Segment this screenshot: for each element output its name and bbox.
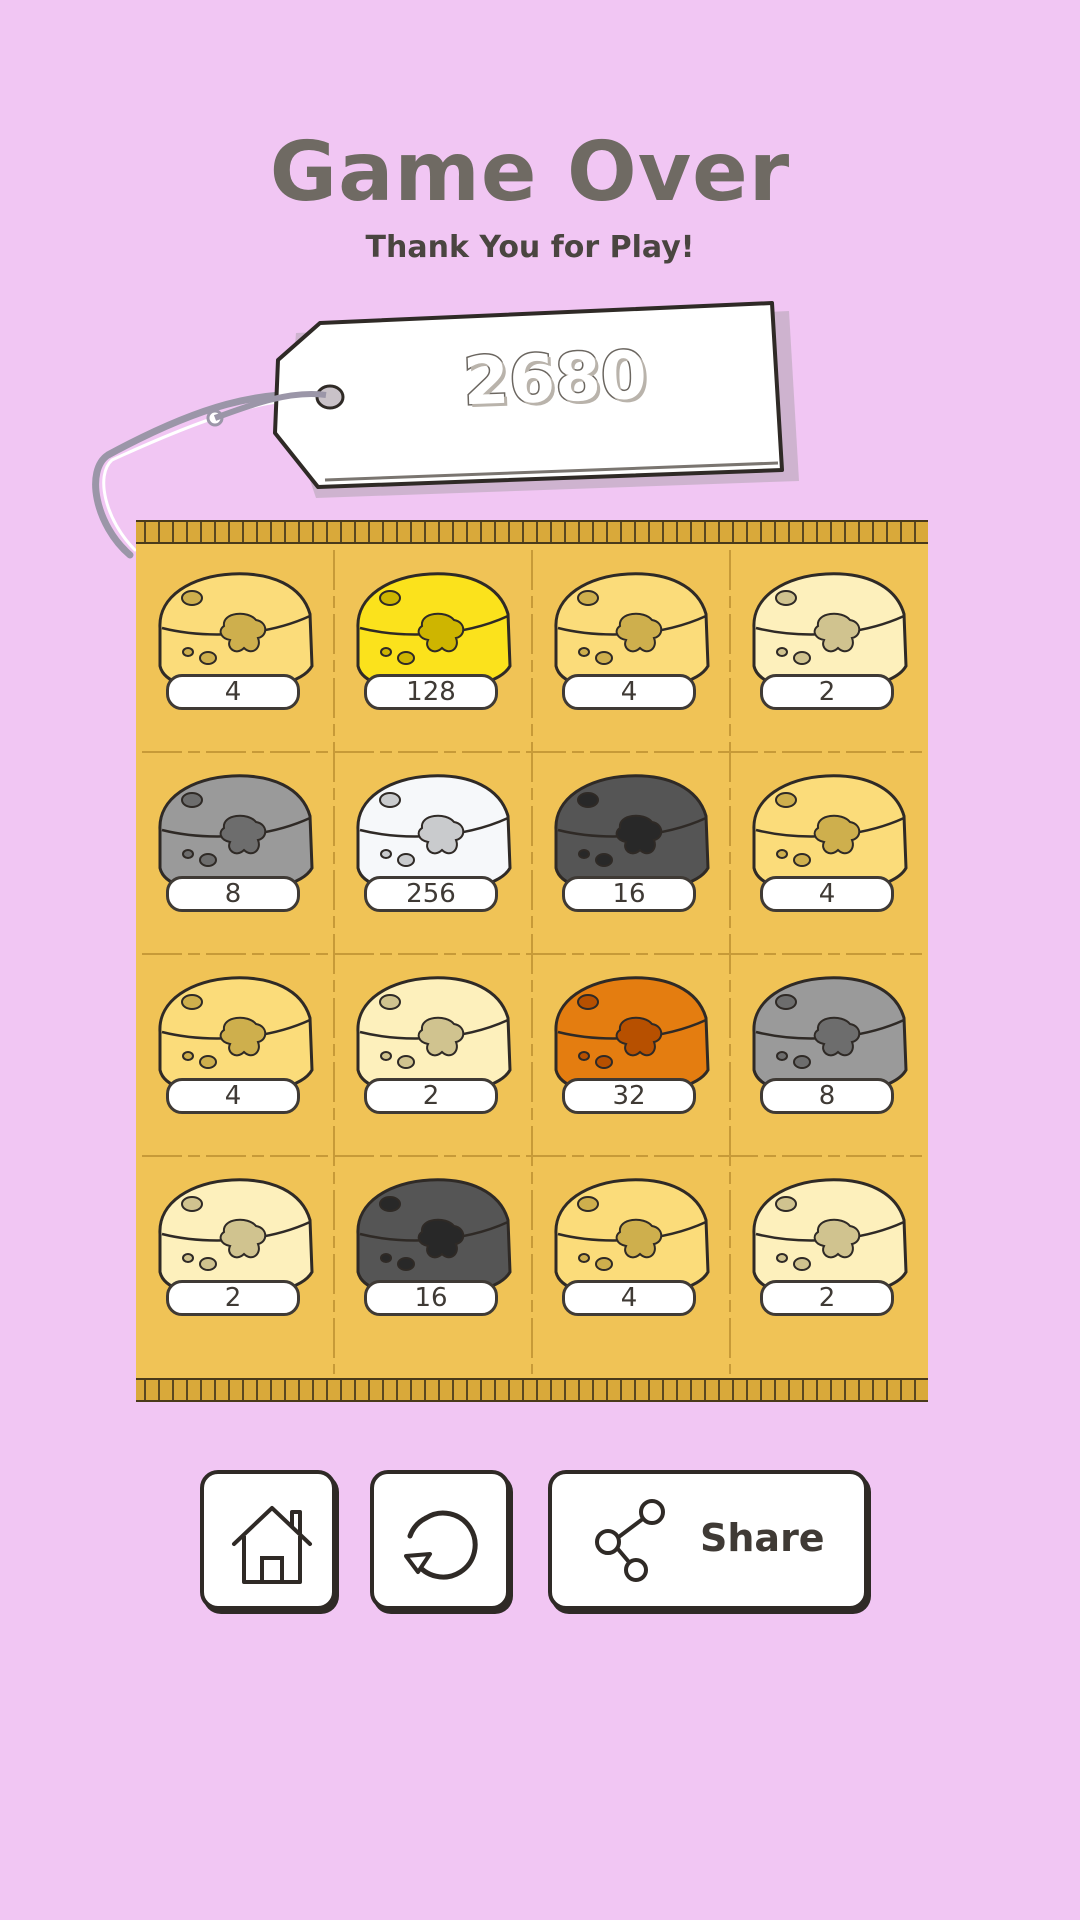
share-icon xyxy=(595,1499,665,1582)
tile-value-label: 4 xyxy=(166,674,300,710)
cheese-tile: 4 xyxy=(136,556,334,756)
tile-value-label: 8 xyxy=(760,1078,894,1114)
score-value: 2680 xyxy=(460,335,649,421)
share-button-label: Share xyxy=(700,1516,825,1560)
replay-button[interactable] xyxy=(370,1470,510,1610)
tile-value-label: 128 xyxy=(364,674,498,710)
tile-value-label: 256 xyxy=(364,876,498,912)
cheese-tile: 4 xyxy=(532,1162,730,1362)
cheese-tile: 2 xyxy=(730,556,928,756)
tile-value-label: 4 xyxy=(562,674,696,710)
tile-value-label: 4 xyxy=(760,876,894,912)
cheese-tile: 2 xyxy=(334,960,532,1160)
cheese-tile: 16 xyxy=(532,758,730,958)
cheese-tile: 4 xyxy=(532,556,730,756)
cheese-tile: 4 xyxy=(730,758,928,958)
tile-value-label: 2 xyxy=(760,1280,894,1316)
cheese-tile: 128 xyxy=(334,556,532,756)
cheese-tile: 32 xyxy=(532,960,730,1160)
tile-value-label: 16 xyxy=(562,876,696,912)
tile-value-label: 16 xyxy=(364,1280,498,1316)
game-board: 4 128 4 2 8 256 16 4 4 2 32 8 2 16 4 2 xyxy=(136,520,928,1402)
tile-value-label: 4 xyxy=(166,1078,300,1114)
game-over-screen: Game Over Thank You for Play! 2680 4 128… xyxy=(0,0,1080,1920)
cheese-tile: 2 xyxy=(136,1162,334,1362)
cheese-tile: 256 xyxy=(334,758,532,958)
tile-value-label: 8 xyxy=(166,876,300,912)
cheese-tile: 16 xyxy=(334,1162,532,1362)
tile-value-label: 2 xyxy=(166,1280,300,1316)
home-button[interactable] xyxy=(200,1470,336,1610)
tile-value-label: 2 xyxy=(364,1078,498,1114)
board-bottom-edge xyxy=(136,1378,928,1402)
home-icon xyxy=(232,1506,312,1584)
game-over-title: Game Over xyxy=(269,125,791,220)
cheese-tile: 4 xyxy=(136,960,334,1160)
tile-value-label: 4 xyxy=(562,1280,696,1316)
tile-value-label: 32 xyxy=(562,1078,696,1114)
share-button[interactable]: Share xyxy=(548,1470,868,1610)
cheese-tile: 2 xyxy=(730,1162,928,1362)
cheese-tile: 8 xyxy=(730,960,928,1160)
board-top-edge xyxy=(136,520,928,544)
cheese-tile: 8 xyxy=(136,758,334,958)
tile-value-label: 2 xyxy=(760,674,894,710)
game-over-subtitle: Thank You for Play! xyxy=(365,230,695,265)
replay-icon xyxy=(404,1510,478,1580)
